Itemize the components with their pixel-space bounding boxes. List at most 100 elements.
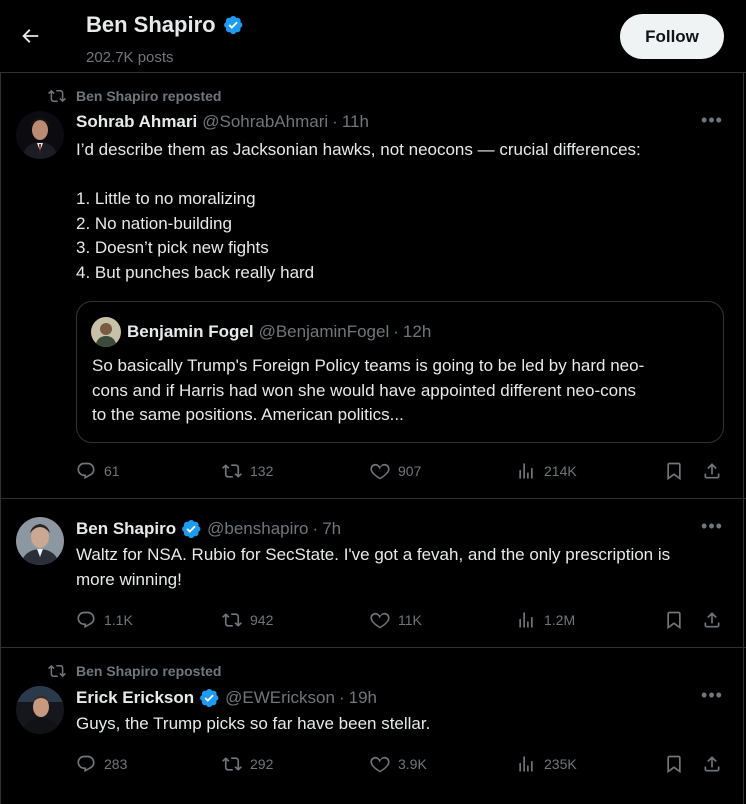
repost-indicator: Ben Shapiro reposted [48,87,221,105]
author-name[interactable]: Sohrab Ahmari [76,112,197,132]
views-button[interactable]: 214K [516,461,577,481]
like-count: 907 [398,463,422,479]
heart-icon [370,461,390,481]
repost-count: 292 [250,756,274,772]
share-icon [702,610,722,630]
tweet-line: 3. Doesn’t pick new fights [76,238,269,257]
reply-count: 1.1K [104,612,133,628]
tweet-actions: 61 132 907 214K [76,461,726,483]
verified-badge-icon [198,687,220,709]
profile-name-text: Ben Shapiro [86,12,216,37]
verified-badge-icon [180,518,202,540]
repost-icon [48,87,66,105]
repost-label: Ben Shapiro reposted [76,88,222,104]
like-button[interactable]: 3.9K [370,754,427,774]
tweet-actions: 283 292 3.9K 235K [76,754,726,776]
reply-icon [76,610,96,630]
bookmark-button[interactable] [664,461,684,481]
avatar[interactable] [16,517,64,565]
share-icon [702,461,722,481]
tweet-text: Guys, the Trump picks so far have been s… [76,712,726,737]
views-icon [516,610,536,630]
quote-tweet[interactable]: Benjamin Fogel @BenjaminFogel · 12h So b… [76,301,724,443]
tweet-line: I’d describe them as Jacksonian hawks, n… [76,140,641,159]
more-icon[interactable]: ••• [700,111,724,135]
repost-label: Ben Shapiro reposted [76,663,222,679]
author-name[interactable]: Erick Erickson [76,688,194,708]
repost-icon [222,610,242,630]
timestamp[interactable]: 19h [349,688,377,708]
tweet-meta: Ben Shapiro @benshapiro · 7h [76,518,341,540]
like-button[interactable]: 907 [370,461,421,481]
repost-icon [48,662,66,680]
bookmark-icon [664,754,684,774]
quote-line: So basically Trump's Foreign Policy team… [92,356,645,375]
repost-count: 942 [250,612,274,628]
avatar[interactable] [16,686,64,734]
separator-dot: · [393,322,399,341]
bookmark-button[interactable] [664,610,684,630]
views-button[interactable]: 1.2M [516,610,575,630]
avatar[interactable] [16,111,64,159]
like-button[interactable]: 11K [370,610,422,630]
follow-button[interactable]: Follow [620,14,724,59]
views-button[interactable]: 235K [516,754,577,774]
like-count: 11K [398,612,422,628]
view-count: 1.2M [544,612,576,628]
share-icon [702,754,722,774]
quote-avatar [91,317,121,347]
repost-button[interactable]: 942 [222,610,273,630]
author-handle[interactable]: @benshapiro [207,519,308,539]
tweet-line: 2. No nation-building [76,213,232,233]
views-icon [516,754,536,774]
tweet-actions: 1.1K 942 11K 1.2M [76,610,726,632]
reply-count: 283 [104,756,128,772]
share-button[interactable] [702,461,722,481]
tweet[interactable]: Ben Shapiro @benshapiro · 7h ••• Waltz f… [0,499,746,648]
reply-button[interactable]: 283 [76,754,127,774]
timestamp[interactable]: 11h [342,112,369,132]
share-button[interactable] [702,754,722,774]
like-count: 3.9K [398,756,427,772]
author-name[interactable]: Ben Shapiro [76,519,176,539]
repost-icon [222,461,242,481]
profile-header: Ben Shapiro 202.7K posts Follow [0,0,746,73]
more-icon[interactable]: ••• [700,686,724,710]
tweet[interactable]: Ben Shapiro reposted Sohrab Ahmari @Sohr… [0,73,746,499]
quote-text: So basically Trump's Foreign Policy team… [92,354,712,428]
reply-button[interactable]: 1.1K [76,610,133,630]
back-button[interactable] [14,20,46,52]
repost-button[interactable]: 132 [222,461,273,481]
author-handle[interactable]: @EWErickson [225,688,335,708]
reply-icon [76,461,96,481]
quote-timestamp: 12h [402,322,432,341]
arrow-left-icon [22,29,39,43]
view-count: 214K [544,463,577,479]
reply-button[interactable]: 61 [76,461,120,481]
tweet-meta: Sohrab Ahmari @SohrabAhmari · 11h [76,112,369,132]
timestamp[interactable]: 7h [322,519,341,539]
profile-name: Ben Shapiro [86,12,244,38]
bookmark-button[interactable] [664,754,684,774]
repost-button[interactable]: 292 [222,754,273,774]
tweet-line: Guys, the Trump picks so far have been s… [76,714,431,733]
tweet-line: 1. Little to no moralizing [76,189,256,208]
separator-dot: · [338,688,345,707]
reply-count: 61 [104,463,120,479]
more-icon[interactable]: ••• [700,517,724,541]
tweet[interactable]: Ben Shapiro reposted Erick Erickson @EWE… [0,648,746,804]
reply-icon [76,754,96,774]
bookmark-icon [664,461,684,481]
author-handle[interactable]: @SohrabAhmari [202,112,328,132]
quote-author-handle: @BenjaminFogel [258,322,390,341]
tweet-line: 4. But punches back really hard [76,262,315,282]
bookmark-icon [664,610,684,630]
tweet-line [76,163,726,188]
share-button[interactable] [702,610,722,630]
repost-count: 132 [250,463,274,479]
tweet-line: more winning! [76,569,182,589]
quote-line: to the same positions. American politics… [92,405,404,424]
post-count: 202.7K posts [86,49,174,66]
verified-badge-icon [222,14,244,36]
repost-icon [222,754,242,774]
